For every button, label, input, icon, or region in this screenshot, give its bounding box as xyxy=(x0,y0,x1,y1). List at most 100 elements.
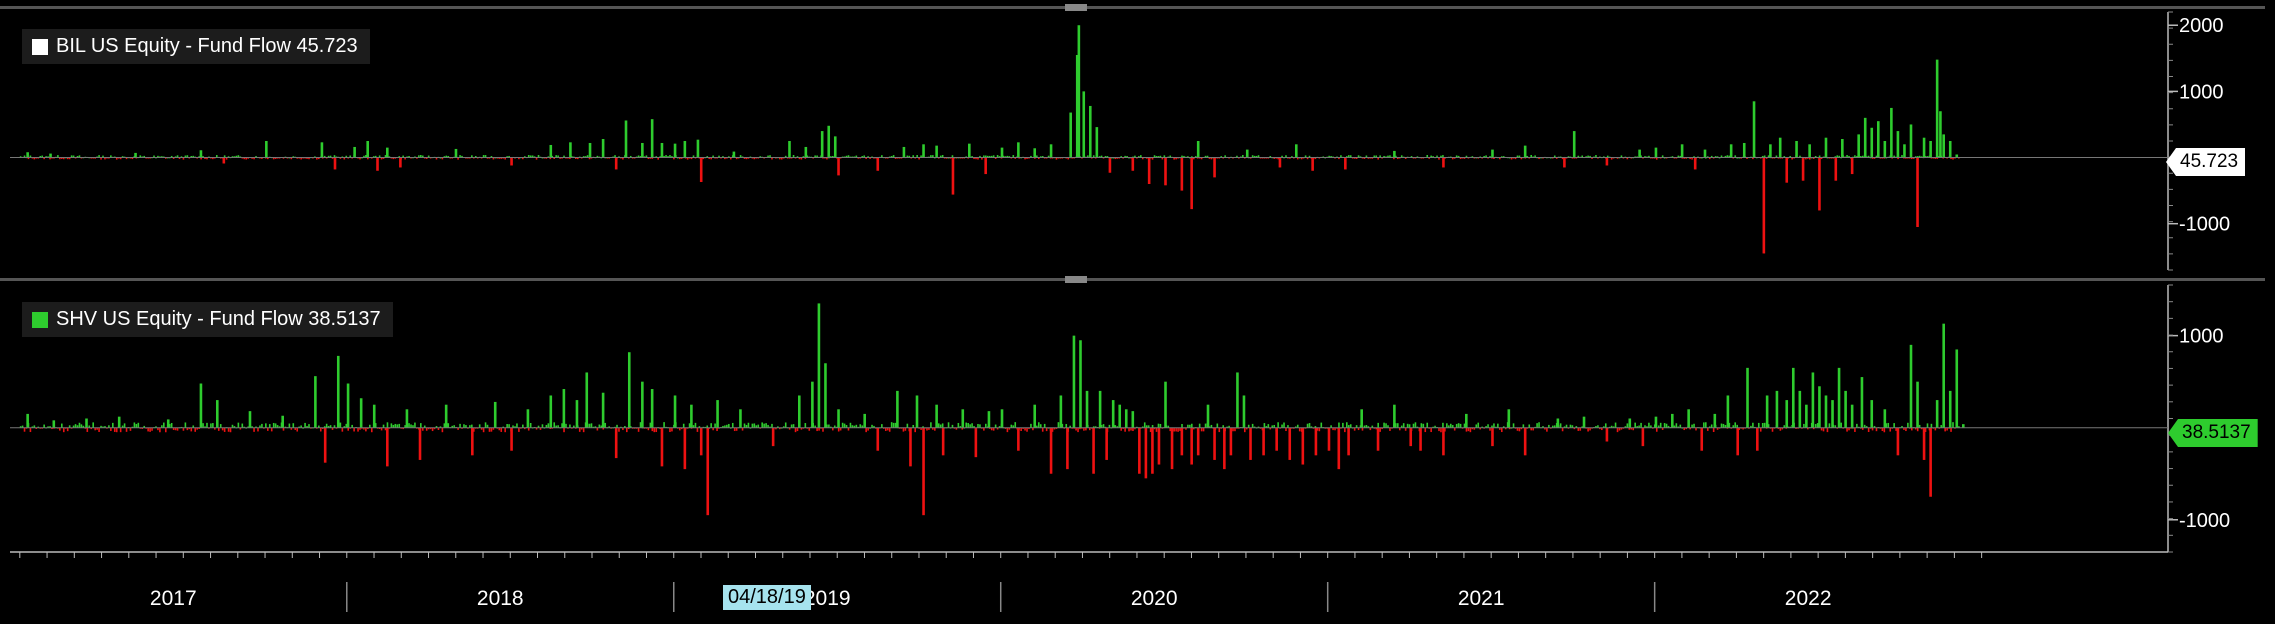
flow-bar-small xyxy=(386,422,389,428)
flow-bar-small xyxy=(1614,422,1617,428)
flow-bar-small xyxy=(1497,423,1499,428)
flow-bar-small xyxy=(516,423,518,428)
flow-bar xyxy=(1916,157,1919,227)
flow-bar xyxy=(673,395,677,428)
flow-bar xyxy=(454,148,458,158)
flow-bar xyxy=(1000,147,1004,158)
flow-bar-small xyxy=(816,427,818,432)
flow-bar xyxy=(1069,112,1072,158)
flow-bar-small xyxy=(268,424,271,428)
flow-bar-small xyxy=(1191,423,1193,428)
flow-bar-small xyxy=(504,427,506,433)
legend-swatch-shv xyxy=(32,311,48,328)
flow-bar-small xyxy=(1402,423,1405,428)
flow-bar xyxy=(660,142,664,158)
flow-bar-small xyxy=(1379,427,1381,432)
legend-shv[interactable]: SHV US Equity - Fund Flow 38.5137 xyxy=(22,302,393,337)
flow-bar-small xyxy=(223,427,226,432)
flow-bar xyxy=(333,157,337,170)
flow-bar xyxy=(1746,367,1749,428)
flow-bar xyxy=(1151,427,1154,474)
flow-bar xyxy=(1563,157,1566,168)
flow-bar xyxy=(1213,427,1216,460)
flow-bar-small xyxy=(1345,422,1348,428)
flow-bar-small xyxy=(784,422,787,428)
flow-bar xyxy=(1939,111,1942,158)
flow-bar xyxy=(444,404,448,428)
flow-bar xyxy=(1700,427,1704,451)
flow-bar-small xyxy=(1926,423,1929,428)
flow-bar-small xyxy=(488,427,491,432)
flow-bar-small xyxy=(565,423,567,428)
flow-bar-small xyxy=(414,422,416,428)
flow-bar-small xyxy=(137,422,140,428)
flow-bar-small xyxy=(1867,427,1870,432)
flow-bar-small xyxy=(1430,427,1432,433)
flow-bar-small xyxy=(753,423,756,428)
flow-bar xyxy=(974,427,978,458)
flow-bar xyxy=(1909,344,1913,428)
flow-bar xyxy=(1929,427,1932,497)
flow-bar xyxy=(833,136,837,158)
flow-bar xyxy=(1687,409,1690,428)
flow-bar-small xyxy=(653,427,656,433)
flow-bar xyxy=(1337,427,1341,470)
flow-bar xyxy=(1818,157,1821,211)
flow-bar-small xyxy=(1408,424,1411,428)
flow-bar xyxy=(1344,157,1347,170)
flow-bar-small xyxy=(270,427,273,432)
flow-bar xyxy=(968,143,971,158)
flow-bar-small xyxy=(1440,427,1442,433)
flow-bar xyxy=(1085,390,1089,428)
flow-bar xyxy=(1818,386,1821,428)
flow-bar xyxy=(1393,150,1396,158)
flow-bar xyxy=(585,372,589,428)
flow-bar xyxy=(1017,427,1020,451)
flow-bar-small xyxy=(794,427,797,433)
flow-bar-small xyxy=(339,422,342,428)
flow-bar xyxy=(1769,144,1772,158)
flow-bar-small xyxy=(398,423,401,428)
flow-bar xyxy=(418,427,422,460)
flow-bar-small xyxy=(1771,427,1774,432)
flow-bar-small xyxy=(1306,423,1309,428)
y-tick-label: 1000 xyxy=(2179,81,2224,103)
flow-bar xyxy=(706,427,710,516)
flow-bar xyxy=(1857,134,1860,158)
flow-bar-small xyxy=(747,422,750,428)
flow-bar xyxy=(1824,137,1828,158)
flow-bar-small xyxy=(618,427,620,432)
flow-bar-small xyxy=(112,422,114,428)
flow-bar-small xyxy=(1759,427,1762,432)
flow-bar xyxy=(1729,144,1733,158)
flow-bar-small xyxy=(431,427,434,432)
flow-bar-small xyxy=(1298,427,1301,432)
flow-bar xyxy=(827,125,831,158)
flow-bar xyxy=(1033,148,1037,158)
flow-bar-small xyxy=(728,423,730,428)
flow-bar xyxy=(1791,367,1795,428)
flow-bar xyxy=(1311,157,1314,171)
flow-bar xyxy=(117,416,121,428)
flow-bar-small xyxy=(1655,427,1658,432)
flow-bar-small xyxy=(761,422,763,428)
y-tick-label: -1000 xyxy=(2179,214,2230,236)
flow-bar xyxy=(1000,409,1004,428)
flow-bar-small xyxy=(1887,422,1890,428)
flow-bar xyxy=(1605,427,1609,442)
flow-bar xyxy=(1059,395,1063,428)
top-separator xyxy=(0,6,2265,9)
flow-bar-small xyxy=(902,427,905,432)
flow-bar xyxy=(405,409,409,428)
flow-bar xyxy=(1523,145,1527,158)
flow-bar xyxy=(1824,395,1828,428)
flow-bar xyxy=(1507,409,1511,428)
highlighted-date-flag[interactable]: 04/18/19 xyxy=(723,585,811,610)
flow-bar-small xyxy=(288,423,291,428)
flow-bar xyxy=(1108,157,1112,173)
legend-bil[interactable]: BIL US Equity - Fund Flow 45.723 xyxy=(22,29,370,64)
panel-separator xyxy=(0,278,2265,281)
flow-bar-small xyxy=(930,422,932,428)
flow-bar-small xyxy=(1006,427,1009,433)
flow-bar-small xyxy=(694,422,697,428)
